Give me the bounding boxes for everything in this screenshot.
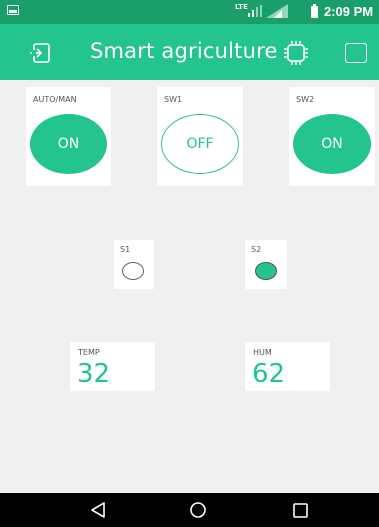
status-bar: LTE 2:09 PM xyxy=(0,0,379,24)
hum-value: 62 xyxy=(252,359,286,389)
clock: 2:09 PM xyxy=(324,4,374,19)
network-type: LTE xyxy=(235,3,248,11)
wifi-signal-icon xyxy=(266,4,288,18)
notification-icon xyxy=(7,5,19,15)
nav-bar xyxy=(0,493,379,527)
exit-icon[interactable] xyxy=(29,43,51,63)
s2-led-indicator xyxy=(255,262,277,280)
app-title: Smart agriculture xyxy=(90,39,278,63)
app-bar: Smart agriculture xyxy=(0,24,379,80)
sw1-widget: SW1 OFF xyxy=(157,87,243,186)
device-icon[interactable] xyxy=(283,40,309,66)
s2-widget: S2 xyxy=(245,240,287,289)
automan-widget: AUTO/MAN ON xyxy=(26,87,111,186)
hum-label: HUM xyxy=(253,348,272,357)
s1-label: S1 xyxy=(120,245,131,254)
temp-widget: TEMP 32 xyxy=(70,342,155,391)
s1-led-indicator xyxy=(122,262,144,280)
back-icon[interactable] xyxy=(90,502,106,518)
temp-label: TEMP xyxy=(78,348,100,357)
s2-label: S2 xyxy=(251,245,262,254)
hum-widget: HUM 62 xyxy=(245,342,330,391)
sw2-widget: SW2 ON xyxy=(289,87,375,186)
square-icon[interactable] xyxy=(345,43,367,63)
sw2-button[interactable]: ON xyxy=(293,114,371,174)
sw1-button[interactable]: OFF xyxy=(161,114,239,174)
sw2-label: SW2 xyxy=(296,95,315,104)
battery-icon xyxy=(311,4,318,18)
signal-icon xyxy=(248,5,262,17)
s1-widget: S1 xyxy=(114,240,154,289)
sw1-label: SW1 xyxy=(164,95,183,104)
automan-button[interactable]: ON xyxy=(30,114,107,174)
automan-label: AUTO/MAN xyxy=(33,95,77,104)
temp-value: 32 xyxy=(77,359,111,389)
recent-apps-icon[interactable] xyxy=(293,503,308,518)
home-icon[interactable] xyxy=(189,501,207,519)
